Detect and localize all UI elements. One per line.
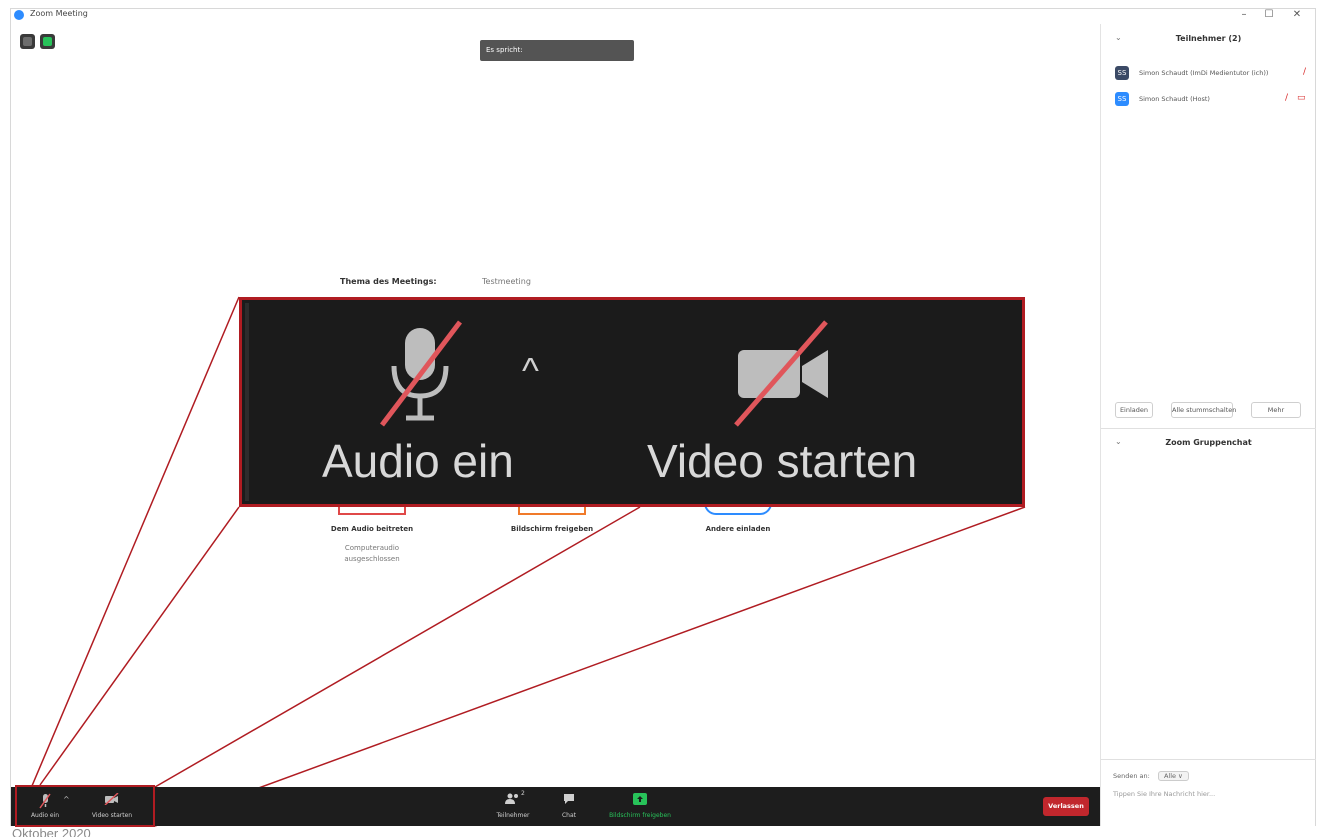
share-screen-button[interactable]: Bildschirm freigeben <box>599 787 681 826</box>
zoom-meeting-window: Zoom Meeting – ☐ ✕ Es spricht: Thema des… <box>0 0 1323 837</box>
send-to-row: Senden an: Alle ∨ <box>1113 771 1189 781</box>
avatar: SS <box>1115 66 1129 80</box>
meeting-topic: Thema des Meetings: Testmeeting <box>340 277 531 286</box>
shield-icon <box>43 37 52 46</box>
participants-button-label: Teilnehmer <box>496 812 530 819</box>
meeting-topic-label: Thema des Meetings: <box>340 277 437 286</box>
send-to-label: Senden an: <box>1113 772 1150 780</box>
chat-bubble-icon <box>564 794 574 804</box>
share-screen-button-label: Bildschirm freigeben <box>609 812 671 819</box>
close-button[interactable]: ✕ <box>1288 9 1306 20</box>
participants-title: Teilnehmer (2) <box>1175 34 1242 43</box>
window-frame-right <box>1315 8 1316 826</box>
zoom-callout: ^ Audio ein Video starten <box>239 297 1025 507</box>
leave-meeting-button[interactable]: Verlassen <box>1043 797 1089 816</box>
security-status-button[interactable] <box>40 34 55 49</box>
share-screen-label: Bildschirm freigeben <box>510 525 594 533</box>
participants-count: 2 <box>521 790 525 797</box>
video-off-icon: ▭ <box>1297 93 1306 103</box>
participant-name: Simon Schaudt (ImDi Medientutor (ich)) <box>1139 69 1269 77</box>
join-audio-label: Dem Audio beitreten <box>330 525 414 533</box>
toolbar-highlight-frame <box>15 785 155 827</box>
participants-button[interactable]: 2 Teilnehmer <box>491 787 535 826</box>
active-speaker-banner: Es spricht: <box>480 40 634 61</box>
avatar: SS <box>1115 92 1129 106</box>
zoom-logo-icon <box>14 10 24 20</box>
meeting-topic-value: Testmeeting <box>482 277 531 286</box>
muted-microphone-icon <box>380 320 462 427</box>
participants-icon <box>505 793 518 804</box>
participant-row[interactable]: SS Simon Schaudt (Host) / ▭ <box>1115 92 1311 108</box>
participant-name: Simon Schaudt (Host) <box>1139 95 1210 103</box>
audio-on-label: Audio ein <box>322 435 514 487</box>
start-video-label: Video starten <box>647 435 918 487</box>
image-caption: Oktober 2020 <box>12 826 91 837</box>
chat-divider <box>1101 428 1316 429</box>
mute-all-button[interactable]: Alle stummschalten <box>1171 402 1236 418</box>
chat-button-label: Chat <box>561 812 577 819</box>
minimize-button[interactable]: – <box>1235 9 1253 20</box>
more-button[interactable]: Mehr <box>1251 402 1301 418</box>
right-sidebar: ⌄ Teilnehmer (2) SS Simon Schaudt (ImDi … <box>1100 24 1316 826</box>
title-bar: Zoom Meeting – ☐ ✕ <box>10 8 1316 24</box>
share-screen-icon <box>633 793 647 805</box>
chat-title: Zoom Gruppenchat <box>1165 438 1252 447</box>
window-title: Zoom Meeting <box>30 9 88 18</box>
invite-button[interactable]: Einladen <box>1115 402 1153 418</box>
speaker-view-icon <box>23 37 32 46</box>
window-frame-left <box>10 8 11 826</box>
recipient-select[interactable]: Alle ∨ <box>1157 771 1189 781</box>
chat-message-input[interactable]: Tippen Sie Ihre Nachricht hier... <box>1113 790 1215 798</box>
meeting-toolbar: Audio ein ^ Video starten 2 Teilnehmer C… <box>11 787 1100 826</box>
chat-button[interactable]: Chat <box>551 787 587 826</box>
maximize-button[interactable]: ☐ <box>1260 9 1278 20</box>
participant-row[interactable]: SS Simon Schaudt (ImDi Medientutor (ich)… <box>1115 66 1311 82</box>
callout-edge <box>245 303 249 501</box>
join-audio-sub: Computeraudio ausgeschlossen <box>344 544 400 563</box>
speaker-view-button[interactable] <box>20 34 35 49</box>
invite-label: Andere einladen <box>705 525 771 533</box>
audio-options-caret-icon[interactable]: ^ <box>522 350 539 392</box>
chat-input-divider <box>1101 759 1316 760</box>
video-off-camera-icon <box>734 320 828 427</box>
muted-mic-icon: / <box>1303 67 1307 77</box>
muted-mic-icon: / <box>1285 93 1289 103</box>
